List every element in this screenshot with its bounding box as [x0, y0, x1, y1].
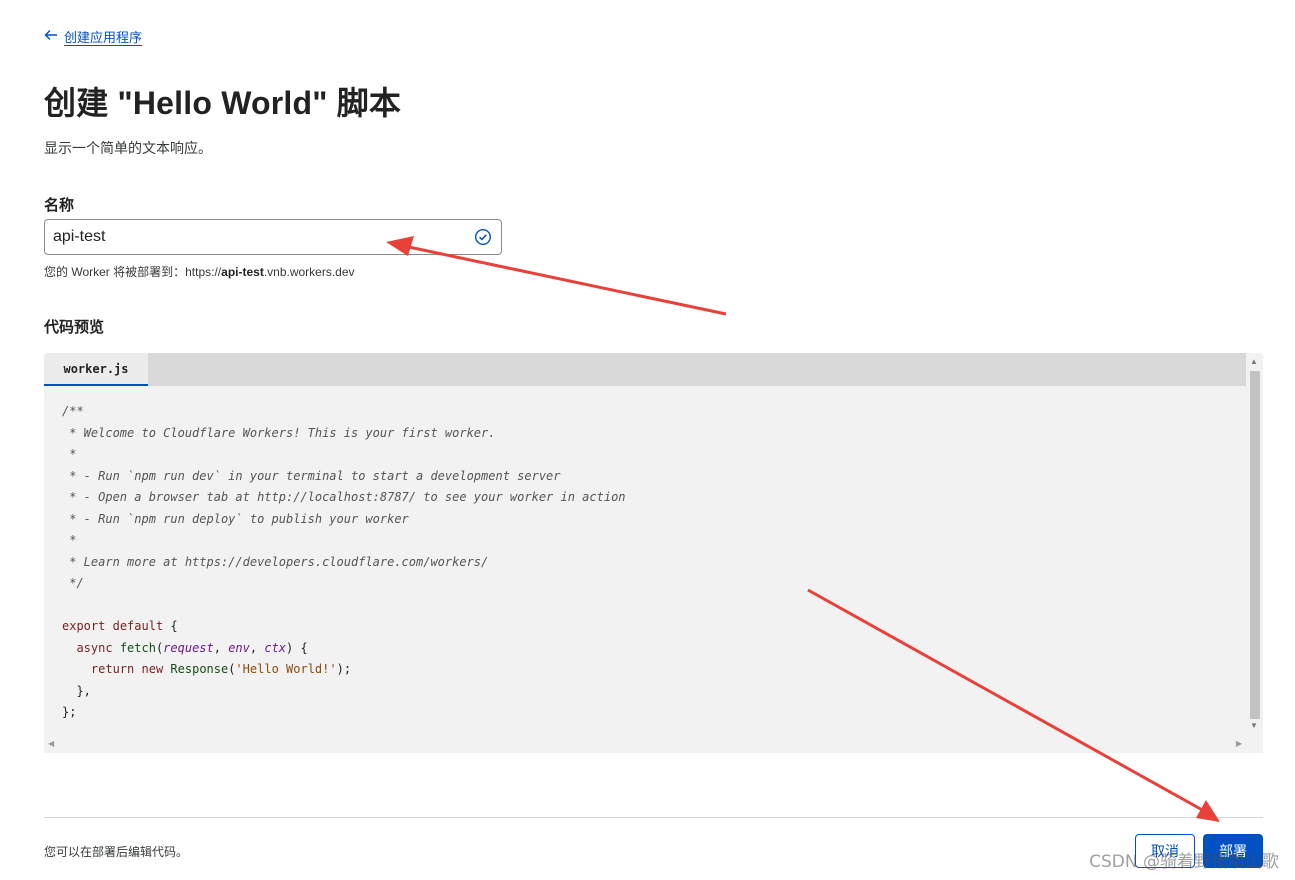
code-line: async fetch(request, env, ctx) {: [76, 640, 308, 655]
footer-divider: [44, 817, 1263, 818]
code-editor[interactable]: worker.js /** * Welcome to Cloudflare Wo…: [44, 353, 1263, 753]
back-link[interactable]: 创建应用程序: [44, 27, 142, 46]
deploy-url-hint: 您的 Worker 将被部署到：https://api-test.vnb.wor…: [44, 265, 355, 279]
code-line: };: [62, 705, 77, 719]
page: 创建应用程序 创建 "Hello World" 脚本 显示一个简单的文本响应。 …: [0, 0, 1295, 880]
code-preview-label: 代码预览: [44, 319, 105, 336]
editor-tab-bar: worker.js: [44, 353, 1246, 386]
code-line: * Welcome to Cloudflare Workers! This is…: [62, 425, 496, 440]
name-field: [44, 219, 502, 255]
scroll-down-icon[interactable]: ▼: [1250, 721, 1258, 730]
watermark: CSDN @骑着野猪唱山歌: [1089, 852, 1279, 872]
scroll-right-icon[interactable]: ▶: [1236, 739, 1242, 748]
arrow-left-icon: [44, 29, 58, 44]
code-line: * - Run `npm run deploy` to publish your…: [62, 511, 409, 526]
code-line: return new Response('Hello World!');: [90, 662, 352, 676]
name-field-label: 名称: [44, 197, 75, 214]
code-line: *: [62, 447, 77, 461]
code-line: */: [62, 576, 84, 590]
code-block: /** * Welcome to Cloudflare Workers! Thi…: [62, 401, 626, 724]
check-circle-icon: [474, 228, 492, 246]
code-line: ​: [62, 595, 626, 617]
code-line: },: [62, 683, 91, 698]
page-title: 创建 "Hello World" 脚本: [44, 85, 402, 121]
scroll-up-icon[interactable]: ▲: [1250, 357, 1258, 366]
name-input[interactable]: [45, 228, 474, 246]
deploy-url-subdomain: api-test: [221, 265, 264, 279]
back-link-label: 创建应用程序: [64, 30, 143, 45]
code-line: export default {: [62, 619, 178, 633]
scrollbar-thumb[interactable]: [1250, 371, 1260, 719]
vertical-scrollbar[interactable]: ▲ ▼: [1246, 353, 1263, 753]
code-line: /**: [62, 404, 84, 418]
code-line: *: [62, 533, 77, 547]
code-line: * - Run `npm run dev` in your terminal t…: [62, 468, 561, 483]
tab-worker-js[interactable]: worker.js: [44, 353, 148, 386]
code-line: * - Open a browser tab at http://localho…: [62, 490, 626, 504]
horizontal-scrollbar[interactable]: ◀ ▶: [44, 736, 1246, 753]
page-subtitle: 显示一个简单的文本响应。: [44, 140, 212, 156]
scroll-left-icon[interactable]: ◀: [48, 739, 54, 748]
code-line: * Learn more at https://developers.cloud…: [62, 554, 489, 569]
footer-note: 您可以在部署后编辑代码。: [44, 845, 189, 859]
